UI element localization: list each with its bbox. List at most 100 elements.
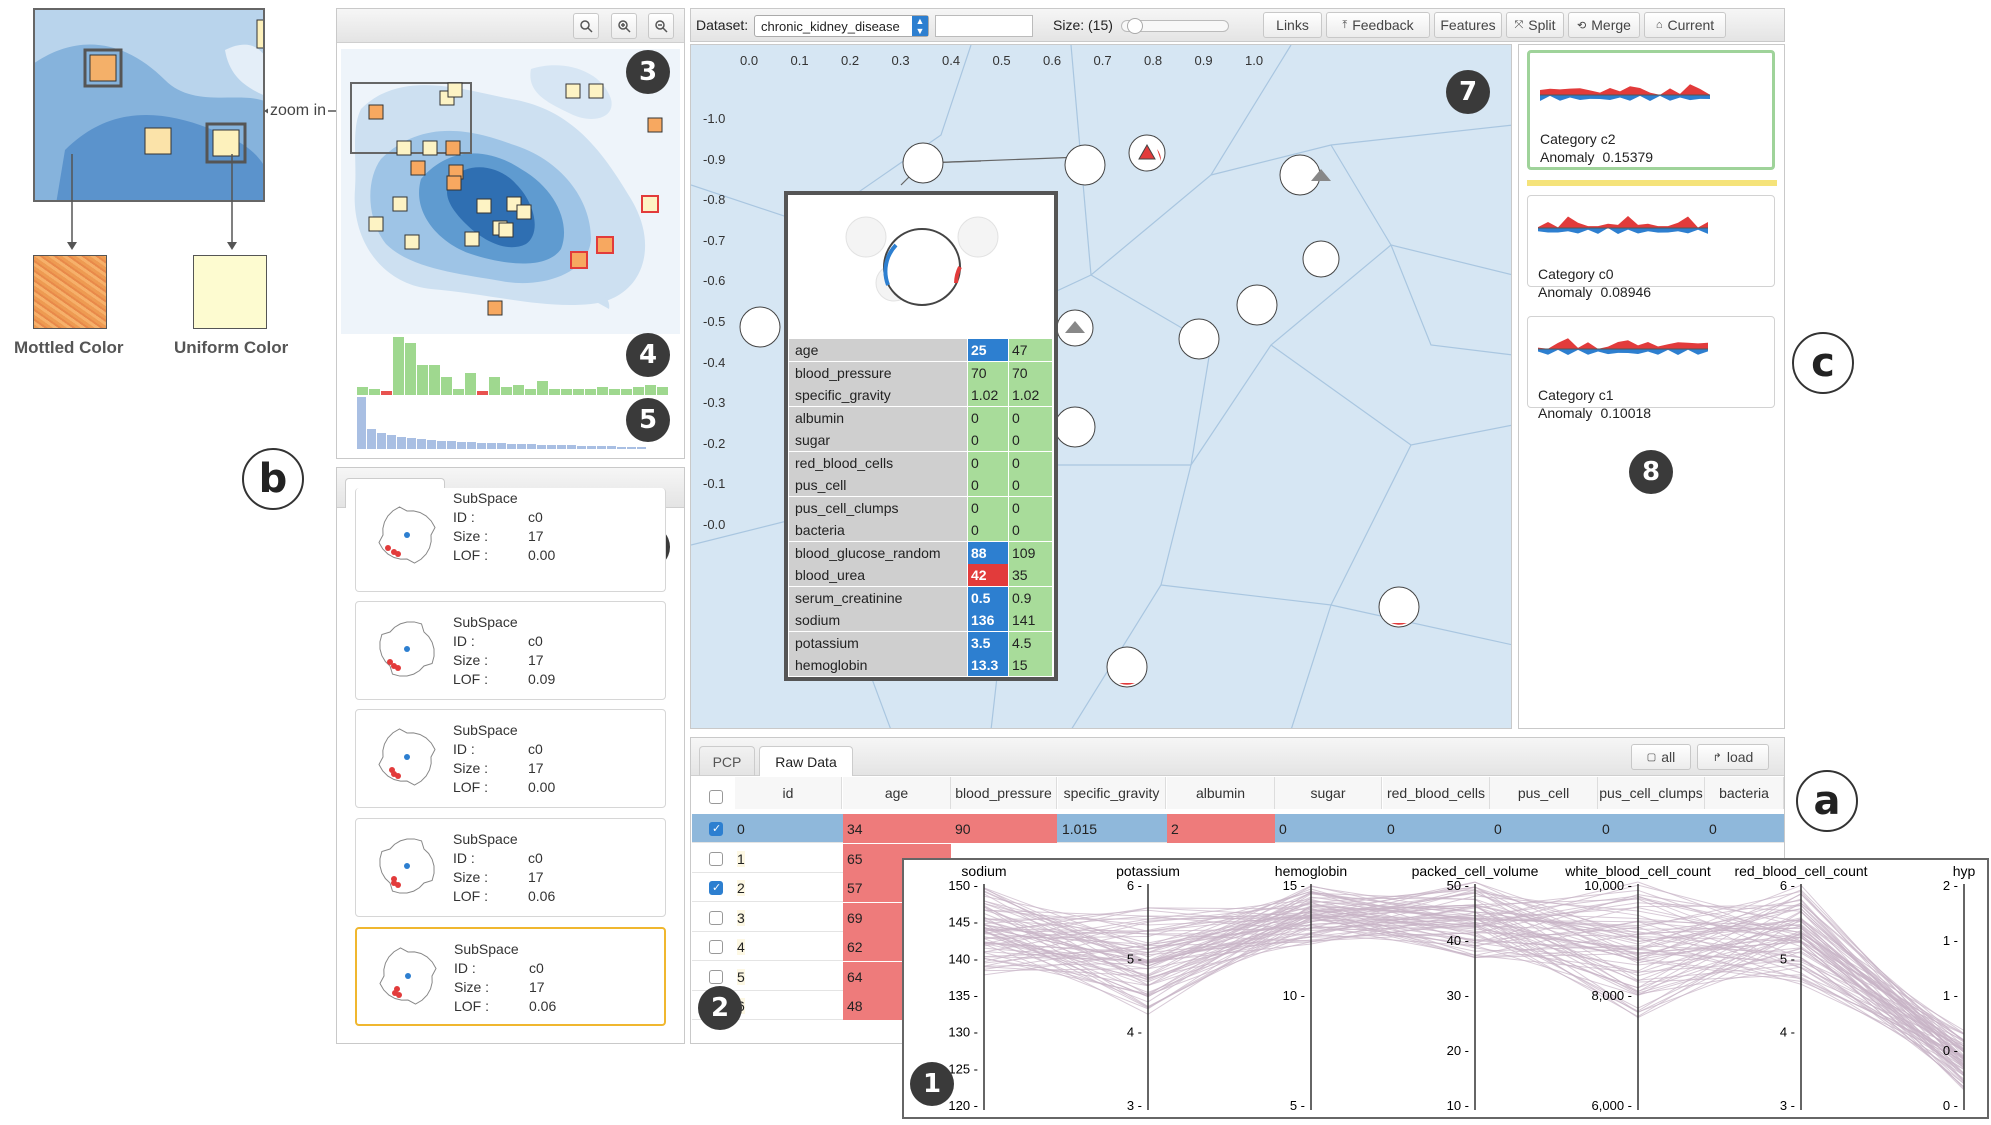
dataset-select[interactable]: chronic_kidney_disease ▲ ▼ xyxy=(754,15,929,37)
subspace-id-value: c0 xyxy=(528,509,543,525)
zoom-out-button[interactable] xyxy=(648,13,674,39)
column-header[interactable]: red_blood_cells xyxy=(1383,777,1490,809)
column-header[interactable]: blood_pressure xyxy=(951,777,1057,809)
badge-a: a xyxy=(1796,770,1858,832)
x-tick-label: 0.8 xyxy=(1144,53,1163,68)
load-button[interactable]: ↱ load xyxy=(1697,744,1769,770)
current-button[interactable]: ⌂ Current xyxy=(1644,12,1726,38)
pcp-tick-label: 3 - xyxy=(1780,1098,1795,1113)
tooltip-attr-name: age xyxy=(789,339,967,361)
subspace-glyph xyxy=(379,947,437,1005)
badge-b: b xyxy=(242,448,304,510)
size-slider[interactable] xyxy=(1121,18,1229,34)
tooltip-value-reference: 0 xyxy=(1009,406,1052,429)
subspace-card[interactable]: SubSpace ID : c0 Size : 17 LOF : 0.00 xyxy=(355,488,666,592)
subspace-id-label: ID : xyxy=(453,741,475,757)
pcp-tick-label: 2 - xyxy=(1943,878,1958,893)
magnifier-icon xyxy=(580,20,593,33)
zoom-reset-button[interactable] xyxy=(573,13,599,39)
row-id: 4 xyxy=(737,939,745,955)
pcp-tick-label: 6 - xyxy=(1127,878,1142,893)
subspace-card[interactable]: SubSpace ID : c0 Size : 17 LOF : 0.09 xyxy=(355,601,666,700)
column-header[interactable]: age xyxy=(843,777,951,809)
dataset-search-input[interactable] xyxy=(935,15,1033,37)
category-card[interactable]: Category c0 Anomaly 0.08946 xyxy=(1527,195,1775,300)
tooltip-value-record: 1.02 xyxy=(968,384,1008,406)
column-header[interactable]: bacteria xyxy=(1705,777,1784,809)
tooltip-row: bacteria 0 0 xyxy=(789,519,1053,541)
pcp-axis-label: potassium xyxy=(1116,863,1180,879)
row-checkbox[interactable] xyxy=(709,969,723,984)
column-header[interactable]: pus_cell xyxy=(1490,777,1598,809)
y-tick-label: -0.0 xyxy=(703,517,726,532)
x-tick-label: 0.4 xyxy=(942,53,961,68)
subspace-id-value: c0 xyxy=(528,850,543,866)
subspace-card[interactable]: SubSpace ID : c0 Size : 17 LOF : 0.06 xyxy=(355,818,666,917)
subspace-size-value: 17 xyxy=(528,652,544,668)
merge-button[interactable]: ⟲ Merge xyxy=(1568,12,1640,38)
load-icon: ↱ xyxy=(1712,751,1722,764)
column-header[interactable]: id xyxy=(735,777,842,809)
density-map[interactable] xyxy=(341,49,680,334)
pcp-axis-label: hemoglobin xyxy=(1275,863,1347,879)
tooltip-attr-name: specific_gravity xyxy=(789,384,967,406)
tooltip-value-record: 0 xyxy=(968,406,1008,429)
tooltip-value-reference: 35 xyxy=(1009,564,1052,586)
row-id: 0 xyxy=(737,821,745,837)
feedback-button[interactable]: ⤒ Feedback xyxy=(1326,12,1430,38)
select-all-button[interactable]: ▢ all xyxy=(1631,744,1691,770)
pcp-tick-label: 40 - xyxy=(1447,933,1469,948)
column-header[interactable]: sugar xyxy=(1275,777,1382,809)
tooltip-value-reference: 4.5 xyxy=(1009,631,1052,654)
subspace-lof-value: 0.06 xyxy=(528,888,556,904)
data-tabbar xyxy=(691,738,1784,776)
cell-ba: 0 xyxy=(1709,821,1717,837)
tooltip-value-record: 0.5 xyxy=(968,586,1008,609)
tooltip-attr-name: pus_cell_clumps xyxy=(789,496,967,519)
zoom-connectors xyxy=(67,154,237,250)
dataset-label: Dataset: xyxy=(696,17,749,33)
y-tick-label: -0.5 xyxy=(703,314,726,329)
row-checkbox[interactable] xyxy=(709,940,723,954)
subspace-lof-value: 0.00 xyxy=(528,547,556,563)
uniform-swatch xyxy=(193,255,267,329)
size-slider-knob[interactable] xyxy=(1126,18,1143,34)
split-button[interactable]: ⤧ Split xyxy=(1506,12,1564,38)
tooltip-attr-name: red_blood_cells xyxy=(789,451,967,474)
tooltip-attr-name: serum_creatinine xyxy=(789,586,967,609)
subspace-card[interactable]: SubSpace ID : c0 Size : 17 LOF : 0.06 xyxy=(355,927,666,1026)
pcp-tick-label: 5 - xyxy=(1780,951,1795,966)
feedback-button-label: Feedback xyxy=(1352,17,1414,33)
category-card[interactable]: Category c1 Anomaly 0.10018 xyxy=(1527,316,1775,421)
row-checkbox[interactable] xyxy=(709,851,723,866)
tooltip-value-record: 0 xyxy=(968,496,1008,519)
cell-pc: 0 xyxy=(1494,821,1502,837)
x-tick-label: 0.5 xyxy=(992,53,1011,68)
category-profile-sparkline xyxy=(1538,338,1708,355)
pcp-tick-label: 5 - xyxy=(1290,1098,1305,1113)
tab-raw-data[interactable]: Raw Data xyxy=(759,746,853,776)
subspace-card[interactable]: SubSpace ID : c0 Size : 17 LOF : 0.00 xyxy=(355,709,666,808)
x-tick-label: 0.9 xyxy=(1194,53,1213,68)
column-header[interactable]: pus_cell_clumps xyxy=(1598,777,1705,809)
tooltip-row: red_blood_cells 0 0 xyxy=(789,451,1053,474)
tooltip-value-reference: 0.9 xyxy=(1009,586,1052,609)
header-checkbox[interactable] xyxy=(709,790,723,804)
row-checkbox[interactable] xyxy=(709,881,723,895)
features-button[interactable]: Features xyxy=(1434,12,1502,38)
anomaly-label: Anomaly xyxy=(1538,405,1593,421)
pcp-chart[interactable]: sodium150 -145 -140 -135 -130 -125 -120 … xyxy=(904,860,1989,1119)
column-header[interactable]: specific_gravity xyxy=(1058,777,1166,809)
y-tick-label: -0.7 xyxy=(703,232,726,248)
links-button[interactable]: Links xyxy=(1263,12,1322,38)
tab-pcp[interactable]: PCP xyxy=(699,746,755,776)
column-header[interactable]: albumin xyxy=(1167,777,1275,809)
category-card[interactable]: Category c2 Anomaly 0.15379 xyxy=(1527,50,1775,170)
zoom-in-button[interactable] xyxy=(611,13,637,39)
links-button-label: Links xyxy=(1276,17,1309,33)
row-checkbox[interactable] xyxy=(709,822,723,836)
split-icon: ⤧ xyxy=(1514,18,1524,31)
pcp-axis-label: white_blood_cell_count xyxy=(1564,863,1711,879)
row-checkbox[interactable] xyxy=(709,910,723,925)
tooltip-value-record: 0 xyxy=(968,451,1008,474)
